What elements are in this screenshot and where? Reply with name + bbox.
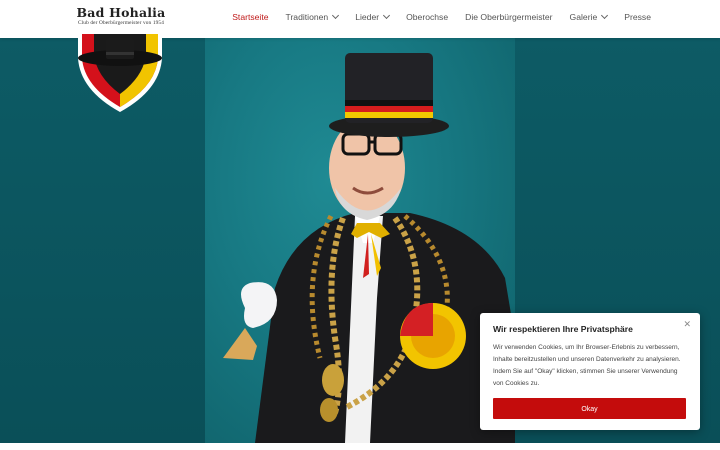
chevron-down-icon [383, 11, 391, 19]
cookie-title: Wir respektieren Ihre Privatsphäre [493, 324, 633, 334]
page-bottom-strip [0, 443, 720, 450]
nav-item-startseite[interactable]: Startseite [232, 12, 268, 22]
hero-photo [205, 38, 515, 443]
nav-item-lieder[interactable]: Lieder [355, 11, 391, 22]
main-navigation: Startseite Traditionen Lieder Oberochse … [215, 11, 651, 22]
nav-item-label: Presse [624, 12, 651, 22]
nav-item-galerie[interactable]: Galerie [569, 11, 609, 22]
nav-item-label: Lieder [355, 12, 380, 22]
brand-name: Bad Hohalia [76, 5, 166, 20]
nav-item-label: Traditionen [285, 12, 329, 22]
nav-item-oberochse[interactable]: Oberochse [406, 12, 448, 22]
close-icon[interactable]: ✕ [683, 319, 691, 330]
nav-item-label: Oberochse [406, 12, 449, 22]
brand-subtitle: Club der Oberbürgermeister von 1954 [77, 20, 165, 26]
cookie-text: Wir verwenden Cookies, um Ihr Browser-Er… [493, 344, 681, 387]
nav-item-label: Die Oberbürgermeister [465, 12, 553, 22]
club-crest-icon [78, 32, 162, 112]
site-logo[interactable]: Bad Hohalia Club der Oberbürgermeister v… [68, 6, 174, 27]
cookie-okay-button[interactable]: Okay [493, 398, 686, 419]
nav-item-label: Startseite [232, 12, 269, 22]
mayor-portrait-image [223, 53, 515, 443]
chevron-down-icon [601, 11, 609, 19]
nav-item-oberbuergermeister[interactable]: Die Oberbürgermeister [465, 12, 552, 22]
nav-item-presse[interactable]: Presse [624, 12, 651, 22]
nav-item-label: Galerie [569, 12, 598, 22]
nav-item-traditionen[interactable]: Traditionen [285, 11, 340, 22]
chevron-down-icon [332, 11, 340, 19]
cookie-consent-dialog: Wir respektieren Ihre Privatsphäre ✕ Wir… [480, 313, 700, 430]
